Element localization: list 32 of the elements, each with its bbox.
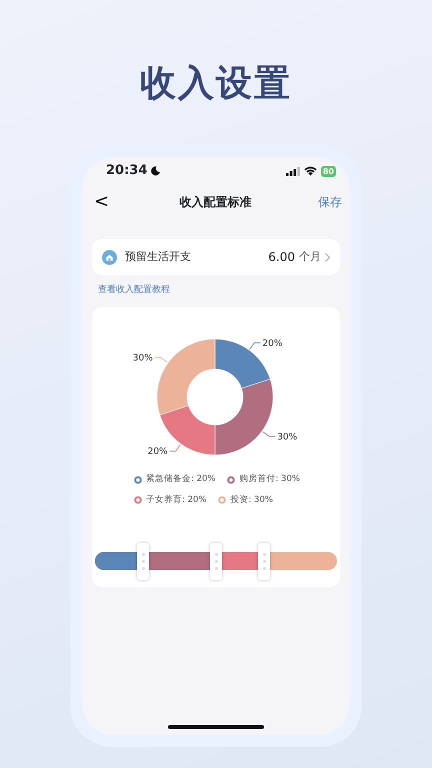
- screen-title: 收入配置标准: [180, 194, 252, 212]
- save-button[interactable]: 保存: [318, 193, 342, 212]
- legend-label: 紧急储备金: 20%: [146, 473, 216, 486]
- legend-label: 子女养育: 20%: [146, 494, 206, 507]
- leader-line: [249, 342, 261, 350]
- data-label: 30%: [277, 432, 298, 443]
- data-label: 20%: [262, 338, 282, 349]
- reserve-label: 预留生活开支: [125, 248, 192, 265]
- back-button[interactable]: <: [90, 193, 114, 212]
- data-label: 30%: [132, 354, 153, 364]
- leader-line: [154, 357, 168, 363]
- wifi-icon: [304, 166, 317, 176]
- legend-label: 购房首付: 30%: [239, 473, 300, 486]
- allocation-slider[interactable]: [95, 543, 337, 580]
- legend-label: 投资: 30%: [230, 494, 273, 507]
- leader-line: [169, 444, 181, 452]
- slider-handle[interactable]: [258, 543, 270, 580]
- slider-handle[interactable]: [210, 543, 222, 580]
- data-label: 20%: [148, 447, 168, 458]
- status-time: 20:34: [106, 162, 148, 180]
- slider-handle[interactable]: [137, 543, 150, 580]
- reserve-unit: 个月: [299, 248, 321, 265]
- chevron-right-icon: [325, 252, 330, 262]
- reserve-row[interactable]: 预留生活开支 6.00 个月: [92, 239, 340, 276]
- signal-icon: [286, 166, 300, 176]
- house-icon: [102, 250, 117, 265]
- battery-indicator: 80: [320, 166, 336, 177]
- leader-line: [262, 431, 276, 437]
- moon-icon: [151, 166, 160, 176]
- page-title: 收入设置: [140, 62, 292, 106]
- tutorial-link[interactable]: 查看收入配置教程: [98, 284, 170, 298]
- reserve-value: 6.00: [268, 249, 295, 266]
